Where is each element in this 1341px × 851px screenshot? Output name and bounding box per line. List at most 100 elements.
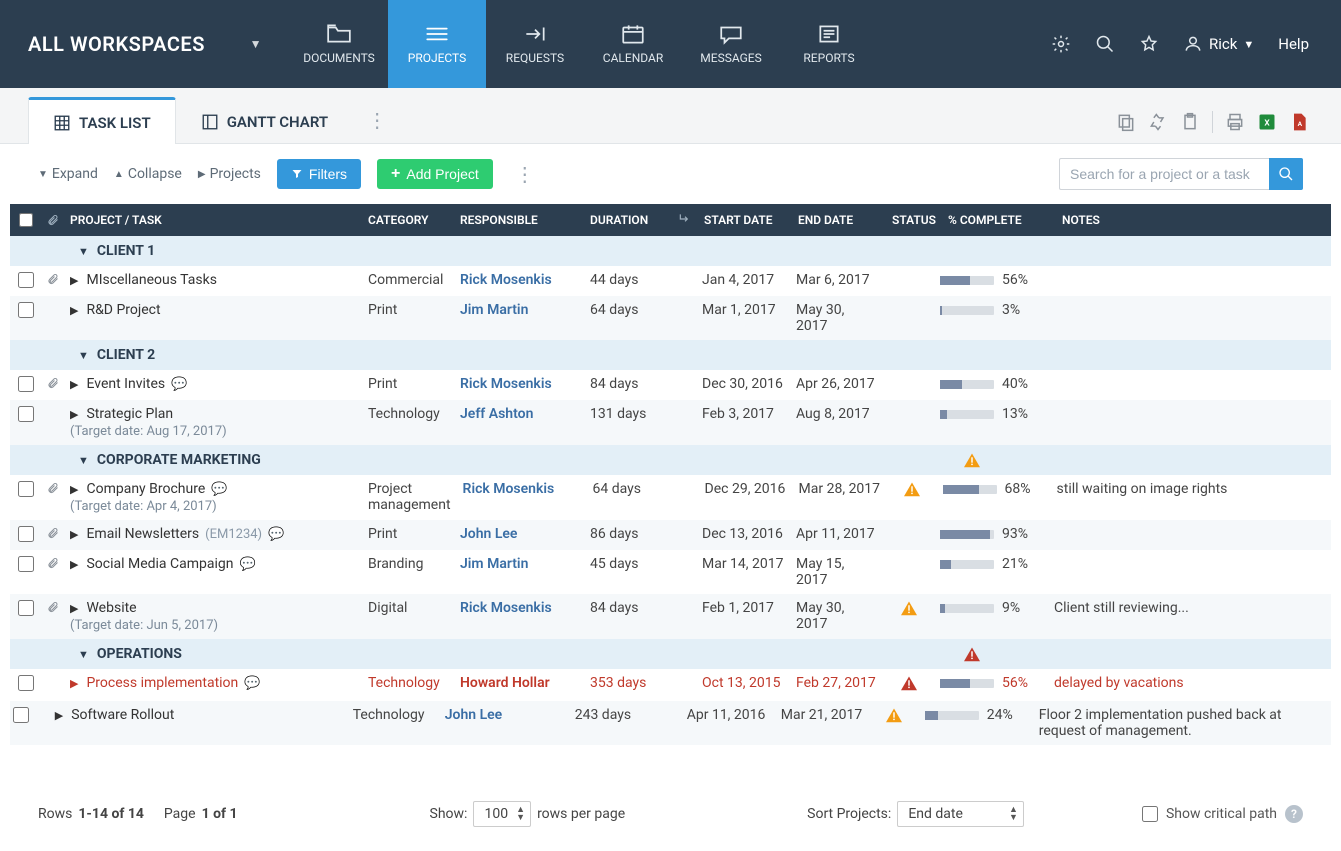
comment-icon[interactable]: 💬	[268, 527, 284, 542]
filters-button[interactable]: Filters	[277, 159, 361, 189]
search-button[interactable]	[1269, 158, 1303, 190]
add-project-button[interactable]: +Add Project	[377, 159, 493, 189]
col-attachment[interactable]	[42, 213, 64, 227]
col-duration[interactable]: DURATION	[584, 213, 672, 227]
nav-requests[interactable]: REQUESTS	[486, 0, 584, 88]
critical-path-checkbox[interactable]	[1142, 806, 1158, 822]
excel-icon[interactable]: X	[1257, 112, 1277, 132]
star-icon[interactable]	[1139, 34, 1159, 54]
copy-icon[interactable]	[1116, 112, 1136, 132]
select-all[interactable]	[10, 213, 42, 227]
comment-icon[interactable]: 💬	[171, 377, 187, 392]
user-menu[interactable]: Rick ▼	[1183, 34, 1254, 54]
project-name[interactable]: Social Media Campaign	[86, 556, 233, 572]
help-icon[interactable]: ?	[1285, 805, 1303, 823]
clipboard-icon[interactable]	[1180, 112, 1200, 132]
col-subtask[interactable]	[672, 212, 698, 229]
row-attachment[interactable]	[42, 481, 64, 495]
expand-icon[interactable]: ▶	[70, 408, 78, 421]
col-name[interactable]: PROJECT / TASK	[64, 213, 362, 227]
cell-responsible[interactable]: Jim Martin	[460, 302, 528, 318]
col-responsible[interactable]: RESPONSIBLE	[454, 213, 584, 227]
tab-task-list[interactable]: TASK LIST	[28, 97, 176, 144]
project-name[interactable]: MIscellaneous Tasks	[86, 272, 216, 288]
row-checkbox[interactable]	[10, 272, 42, 288]
expand-icon[interactable]: ▶	[70, 483, 78, 496]
expand-icon[interactable]: ▶	[70, 304, 78, 317]
nav-messages[interactable]: MESSAGES	[682, 0, 780, 88]
col-notes[interactable]: NOTES	[1056, 213, 1331, 227]
cell-responsible[interactable]: Jeff Ashton	[460, 406, 533, 422]
cell-responsible[interactable]: Rick Mosenkis	[460, 376, 552, 392]
col-end[interactable]: END DATE	[792, 213, 886, 227]
help-link[interactable]: Help	[1278, 35, 1309, 53]
workspace-dropdown[interactable]: ALL WORKSPACES ▼	[0, 0, 290, 88]
table-row[interactable]: ▶MIscellaneous TasksCommercialRick Mosen…	[10, 266, 1331, 296]
col-start[interactable]: START DATE	[698, 213, 792, 227]
cell-responsible[interactable]: Rick Mosenkis	[463, 481, 555, 497]
col-category[interactable]: CATEGORY	[362, 213, 454, 227]
pdf-icon[interactable]: A	[1289, 112, 1309, 132]
cell-responsible[interactable]: Howard Hollar	[460, 675, 550, 691]
expand-icon[interactable]: ▶	[70, 274, 78, 287]
row-attachment[interactable]	[42, 272, 64, 286]
group-row[interactable]: ▼CLIENT 2	[10, 340, 1331, 370]
recycle-icon[interactable]	[1148, 112, 1168, 132]
table-row[interactable]: ▶Process implementation💬TechnologyHoward…	[10, 669, 1331, 701]
project-name[interactable]: Strategic Plan	[86, 406, 173, 422]
cell-responsible[interactable]: John Lee	[460, 526, 517, 542]
table-row[interactable]: ▶Website(Target date: Jun 5, 2017)Digita…	[10, 594, 1331, 639]
tab-gantt[interactable]: GANTT CHART	[176, 97, 353, 143]
expand-icon[interactable]: ▶	[70, 677, 78, 690]
print-icon[interactable]	[1225, 112, 1245, 132]
cell-responsible[interactable]: Rick Mosenkis	[460, 272, 552, 288]
row-checkbox[interactable]	[10, 675, 42, 691]
sort-select[interactable]: End date▲▼	[897, 801, 1024, 827]
comment-icon[interactable]: 💬	[240, 557, 256, 572]
project-name[interactable]: Software Rollout	[71, 707, 174, 723]
table-row[interactable]: ▶Software RolloutTechnologyJohn Lee243 d…	[10, 701, 1331, 745]
tab-more[interactable]: ⋮	[353, 97, 401, 143]
col-status[interactable]: STATUS	[886, 213, 942, 227]
nav-documents[interactable]: DOCUMENTS	[290, 0, 388, 88]
row-checkbox[interactable]	[10, 526, 42, 542]
table-row[interactable]: ▶Social Media Campaign💬BrandingJim Marti…	[10, 550, 1331, 594]
group-row[interactable]: ▼CLIENT 1	[10, 236, 1331, 266]
group-row[interactable]: ▼CORPORATE MARKETING	[10, 445, 1331, 475]
nav-projects[interactable]: PROJECTS	[388, 0, 486, 88]
expand-icon[interactable]: ▶	[70, 558, 78, 571]
row-attachment[interactable]	[42, 376, 64, 390]
row-checkbox[interactable]	[10, 481, 42, 497]
expand-icon[interactable]: ▶	[70, 528, 78, 541]
table-row[interactable]: ▶R&D ProjectPrintJim Martin64 daysMar 1,…	[10, 296, 1331, 340]
row-checkbox[interactable]	[10, 707, 33, 723]
expand-all[interactable]: ▼Expand	[38, 166, 98, 182]
table-row[interactable]: ▶Email Newsletters(EM1234)💬PrintJohn Lee…	[10, 520, 1331, 550]
row-attachment[interactable]	[42, 600, 64, 614]
cell-responsible[interactable]: John Lee	[445, 707, 502, 723]
table-row[interactable]: ▶Event Invites💬PrintRick Mosenkis84 days…	[10, 370, 1331, 400]
row-checkbox[interactable]	[10, 556, 42, 572]
col-pct[interactable]: % COMPLETE	[942, 213, 1056, 227]
projects-toggle[interactable]: ▶Projects	[198, 166, 261, 182]
expand-icon[interactable]: ▶	[70, 378, 78, 391]
project-name[interactable]: Company Brochure	[86, 481, 205, 497]
row-checkbox[interactable]	[10, 406, 42, 422]
nav-reports[interactable]: REPORTS	[780, 0, 878, 88]
project-name[interactable]: Event Invites	[86, 376, 165, 392]
search-input[interactable]	[1059, 158, 1269, 190]
table-row[interactable]: ▶Company Brochure💬(Target date: Apr 4, 2…	[10, 475, 1331, 520]
toolbar-more[interactable]: ⋮	[509, 162, 541, 186]
project-name[interactable]: Email Newsletters	[86, 526, 199, 542]
rows-per-page-select[interactable]: 100▲▼	[473, 801, 531, 827]
collapse-all[interactable]: ▲Collapse	[114, 166, 182, 182]
row-checkbox[interactable]	[10, 600, 42, 616]
group-row[interactable]: ▼OPERATIONS	[10, 639, 1331, 669]
cell-responsible[interactable]: Jim Martin	[460, 556, 528, 572]
comment-icon[interactable]: 💬	[211, 482, 227, 497]
row-attachment[interactable]	[42, 556, 64, 570]
gear-icon[interactable]	[1051, 34, 1071, 54]
row-checkbox[interactable]	[10, 302, 42, 318]
comment-icon[interactable]: 💬	[244, 676, 260, 691]
cell-responsible[interactable]: Rick Mosenkis	[460, 600, 552, 616]
